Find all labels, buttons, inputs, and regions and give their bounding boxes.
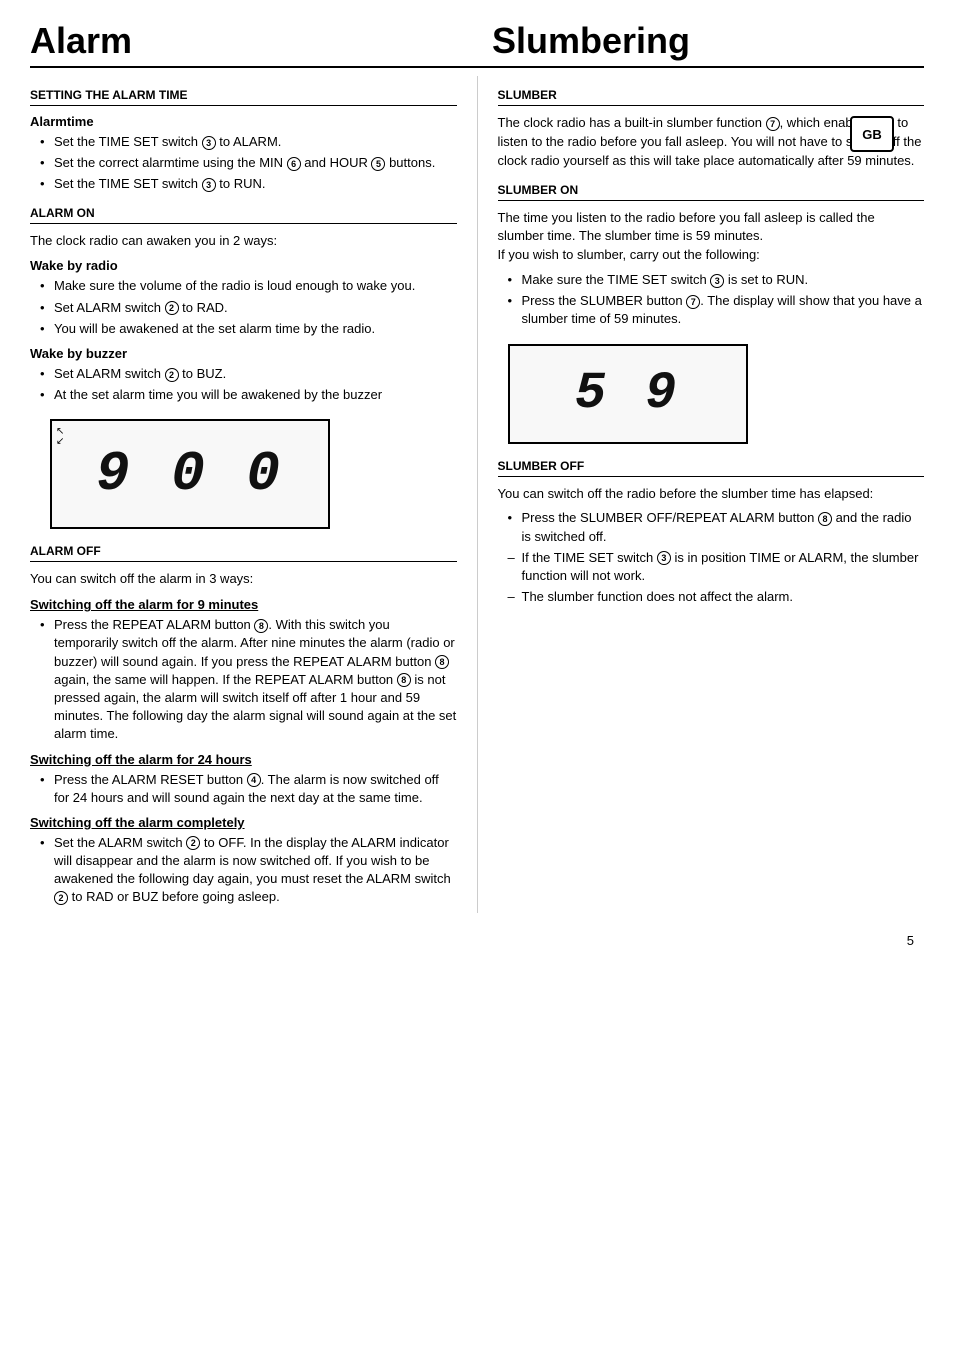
circle-8a: 8 xyxy=(254,619,268,633)
page-number: 5 xyxy=(30,933,924,948)
slumber-display-box: 5 9 xyxy=(508,344,748,444)
alarm-off-intro: You can switch off the alarm in 3 ways: xyxy=(30,570,457,589)
content-row: SETTING THE ALARM TIME Alarmtime Set the… xyxy=(30,76,924,913)
slumber-section: SLUMBER xyxy=(498,88,925,106)
list-item: Set ALARM switch 2 to BUZ. xyxy=(40,365,457,383)
circle-2b: 2 xyxy=(165,368,179,382)
setting-alarm-section: SETTING THE ALARM TIME xyxy=(30,88,457,106)
alarm-on-section: ALARM ON xyxy=(30,206,457,224)
wake-radio-list: Make sure the volume of the radio is lou… xyxy=(30,277,457,338)
header-left: Alarm xyxy=(30,20,462,62)
circle-5: 5 xyxy=(371,157,385,171)
list-item: Set the TIME SET switch 3 to RUN. xyxy=(40,175,457,193)
list-item: The slumber function does not affect the… xyxy=(508,588,925,606)
circle-3b: 3 xyxy=(202,178,216,192)
list-item: Make sure the volume of the radio is lou… xyxy=(40,277,457,295)
header-row: Alarm Slumbering xyxy=(30,20,924,68)
slumber-on-intro: The time you listen to the radio before … xyxy=(498,209,925,266)
slumbering-title: Slumbering xyxy=(492,20,924,62)
corner-mark: ↖↙ xyxy=(56,427,64,447)
switch-24h-list: Press the ALARM RESET button 4. The alar… xyxy=(30,771,457,807)
switch-9min-subtitle: Switching off the alarm for 9 minutes xyxy=(30,597,457,612)
slumber-off-section: SLUMBER OFF xyxy=(498,459,925,477)
wake-buzzer-list: Set ALARM switch 2 to BUZ. At the set al… xyxy=(30,365,457,404)
slumber-off-intro: You can switch off the radio before the … xyxy=(498,485,925,504)
alarm-display-digits: 9 0 0 xyxy=(96,442,284,506)
wake-buzzer-subtitle: Wake by buzzer xyxy=(30,346,457,361)
circle-3: 3 xyxy=(202,136,216,150)
alarm-off-section: ALARM OFF xyxy=(30,544,457,562)
circle-2a: 2 xyxy=(165,301,179,315)
slumber-on-section: SLUMBER ON xyxy=(498,183,925,201)
circle-2d: 2 xyxy=(54,891,68,905)
list-item: You will be awakened at the set alarm ti… xyxy=(40,320,457,338)
circle-8d: 8 xyxy=(818,512,832,526)
list-item: If the TIME SET switch 3 is in position … xyxy=(508,549,925,585)
list-item: Set the ALARM switch 2 to OFF. In the di… xyxy=(40,834,457,907)
circle-8c: 8 xyxy=(397,673,411,687)
switch-9min-list: Press the REPEAT ALARM button 8. With th… xyxy=(30,616,457,743)
list-item: Press the ALARM RESET button 4. The alar… xyxy=(40,771,457,807)
circle-6: 6 xyxy=(287,157,301,171)
circle-3d: 3 xyxy=(657,551,671,565)
switch-completely-subtitle: Switching off the alarm completely xyxy=(30,815,457,830)
header-right: Slumbering xyxy=(462,20,924,62)
page-container: Alarm Slumbering SETTING THE ALARM TIME … xyxy=(30,20,924,948)
wake-radio-subtitle: Wake by radio xyxy=(30,258,457,273)
list-item: Set the TIME SET switch 3 to ALARM. xyxy=(40,133,457,151)
list-item: Set the correct alarmtime using the MIN … xyxy=(40,154,457,172)
list-item: Make sure the TIME SET switch 3 is set t… xyxy=(508,271,925,289)
circle-7a: 7 xyxy=(766,117,780,131)
circle-3c: 3 xyxy=(710,274,724,288)
switch-24h-subtitle: Switching off the alarm for 24 hours xyxy=(30,752,457,767)
slumber-display-digits: 5 9 xyxy=(575,364,681,423)
switch-completely-list: Set the ALARM switch 2 to OFF. In the di… xyxy=(30,834,457,907)
slumber-off-list: Press the SLUMBER OFF/REPEAT ALARM butto… xyxy=(498,509,925,606)
alarmtime-list: Set the TIME SET switch 3 to ALARM. Set … xyxy=(30,133,457,194)
alarm-title: Alarm xyxy=(30,20,462,62)
circle-8b: 8 xyxy=(435,655,449,669)
circle-4: 4 xyxy=(247,773,261,787)
list-item: At the set alarm time you will be awaken… xyxy=(40,386,457,404)
alarm-on-intro: The clock radio can awaken you in 2 ways… xyxy=(30,232,457,251)
slumber-on-list: Make sure the TIME SET switch 3 is set t… xyxy=(498,271,925,329)
circle-2c: 2 xyxy=(186,836,200,850)
alarm-display-box: ↖↙ 9 0 0 xyxy=(50,419,330,529)
left-column: SETTING THE ALARM TIME Alarmtime Set the… xyxy=(30,76,478,913)
gb-badge: GB xyxy=(850,116,894,152)
list-item: Press the REPEAT ALARM button 8. With th… xyxy=(40,616,457,743)
list-item: Set ALARM switch 2 to RAD. xyxy=(40,299,457,317)
list-item: Press the SLUMBER button 7. The display … xyxy=(508,292,925,328)
right-column: GB SLUMBER The clock radio has a built-i… xyxy=(478,76,925,913)
alarmtime-subtitle: Alarmtime xyxy=(30,114,457,129)
circle-7b: 7 xyxy=(686,295,700,309)
list-item: Press the SLUMBER OFF/REPEAT ALARM butto… xyxy=(508,509,925,545)
